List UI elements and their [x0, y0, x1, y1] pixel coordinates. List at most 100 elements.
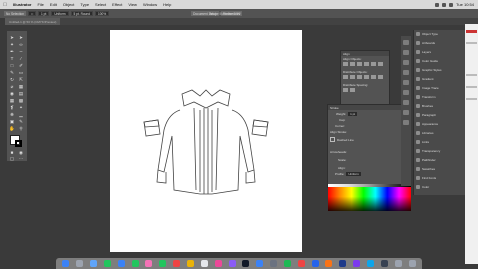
dock-brushes[interactable]: Brushes [416, 102, 464, 110]
dock-appearance[interactable]: Appearance [416, 120, 464, 128]
scale-tool-icon[interactable]: ⇱ [18, 77, 24, 82]
lasso-tool-icon[interactable]: ∞ [18, 42, 24, 47]
width-tool-icon[interactable]: ⌀ [9, 84, 15, 89]
dock-transform[interactable]: Transform [416, 93, 464, 101]
weight-field[interactable]: 1 pt [348, 112, 358, 116]
line-tool-icon[interactable]: ⁄ [18, 56, 24, 61]
menu-window[interactable]: Window [140, 2, 160, 7]
distribute-vcenter-icon[interactable] [350, 75, 355, 79]
panel-icon-5[interactable] [403, 80, 409, 85]
messages-icon[interactable] [103, 260, 111, 267]
curvature-tool-icon[interactable]: ∽ [18, 49, 24, 54]
dock-pathfinder[interactable]: Pathfinder [416, 156, 464, 164]
align-bottom-icon[interactable] [378, 62, 383, 66]
jacket-drawing[interactable] [110, 30, 302, 252]
photos-icon[interactable] [145, 260, 153, 267]
dock-gradient[interactable]: Gradient [416, 75, 464, 83]
dock-layers[interactable]: Layers [416, 48, 464, 56]
align-left-icon[interactable] [343, 62, 348, 66]
stroke-color-icon[interactable] [15, 140, 22, 147]
battery-icon[interactable] [442, 2, 447, 7]
artboard-tool-icon[interactable]: ▣ [9, 119, 15, 124]
type-tool-icon[interactable]: T [9, 56, 15, 61]
color-mode-icon[interactable]: ■ [9, 150, 15, 155]
align-hcenter-icon[interactable] [350, 62, 355, 66]
downloads-icon[interactable] [394, 260, 402, 267]
panel-icon-4[interactable] [403, 70, 409, 75]
free-transform-tool-icon[interactable]: ▦ [18, 84, 24, 89]
safari-icon[interactable] [90, 260, 98, 267]
tv-icon[interactable] [242, 260, 250, 267]
panel-icon-6[interactable] [403, 90, 409, 95]
distribute-top-icon[interactable] [343, 75, 348, 79]
blend-tool-icon[interactable]: ⚭ [18, 105, 24, 110]
artboard[interactable] [110, 30, 302, 252]
system-preferences-icon[interactable] [270, 260, 278, 267]
fill-swatch[interactable]: □ [28, 11, 37, 16]
dock-color[interactable]: Color [416, 183, 464, 191]
dock-paragraph[interactable]: Paragraph [416, 111, 464, 119]
panel-icon-7[interactable] [403, 100, 409, 105]
zoom-tool-icon[interactable]: ⚲ [18, 126, 24, 131]
distribute-hcenter-icon[interactable] [371, 75, 376, 79]
hand-tool-icon[interactable]: ✋ [9, 126, 15, 131]
column-graph-tool-icon[interactable]: ▁ [18, 112, 24, 117]
search-icon[interactable] [449, 2, 454, 7]
menu-type[interactable]: Type [77, 2, 92, 7]
dock-transparency[interactable]: Transparency [416, 147, 464, 155]
symbol-sprayer-tool-icon[interactable]: ❋ [9, 112, 15, 117]
menu-edit[interactable]: Edit [47, 2, 60, 7]
menu-help[interactable]: Help [160, 2, 174, 7]
menu-file[interactable]: File [34, 2, 46, 7]
dock-swatches[interactable]: Swatches [416, 165, 464, 173]
profile-select[interactable]: Uniform [346, 172, 361, 176]
panel-icon-9[interactable] [403, 120, 409, 125]
photoshop-icon[interactable] [339, 260, 347, 267]
color-spectrum[interactable] [328, 187, 411, 211]
selection-tool-icon[interactable]: ➤ [9, 35, 15, 40]
brush-select[interactable]: 5 pt. Round [70, 11, 93, 16]
background-browser-window[interactable] [465, 24, 478, 264]
dock-object-type[interactable]: Object Type [416, 30, 464, 38]
panel-icon-1[interactable] [403, 40, 409, 45]
panel-icon-3[interactable] [403, 60, 409, 65]
spotify-icon[interactable] [283, 260, 291, 267]
chrome-icon[interactable] [297, 260, 305, 267]
menu-app-name[interactable]: Illustrator [10, 2, 34, 7]
perspective-grid-tool-icon[interactable]: ▤ [18, 91, 24, 96]
spacing-vertical-icon[interactable] [343, 88, 348, 92]
trash-icon[interactable] [408, 260, 416, 267]
menu-select[interactable]: Select [92, 2, 109, 7]
spacing-horizontal-icon[interactable] [350, 88, 355, 92]
wifi-icon[interactable] [435, 2, 440, 7]
illustrator-icon[interactable] [325, 260, 333, 267]
gradient-tool-icon[interactable]: ▩ [18, 98, 24, 103]
word-icon[interactable] [311, 260, 319, 267]
launchpad-icon[interactable] [76, 260, 84, 267]
zoom-icon[interactable] [366, 260, 374, 267]
notes-icon[interactable] [187, 260, 195, 267]
eraser-tool-icon[interactable]: ▭ [18, 70, 24, 75]
edit-toolbar-icon[interactable]: ⋯ [18, 156, 24, 161]
eyedropper-tool-icon[interactable]: ❡ [9, 105, 15, 110]
dock-image-trace[interactable]: Image Trace [416, 84, 464, 92]
mesh-tool-icon[interactable]: ▦ [9, 98, 15, 103]
premiere-icon[interactable] [353, 260, 361, 267]
podcasts-icon[interactable] [228, 260, 236, 267]
music-icon[interactable] [214, 260, 222, 267]
calendar-icon[interactable] [173, 260, 181, 267]
direct-selection-tool-icon[interactable]: ➤ [18, 35, 24, 40]
rectangle-tool-icon[interactable]: □ [9, 63, 15, 68]
reminders-icon[interactable] [200, 260, 208, 267]
distribute-left-icon[interactable] [364, 75, 369, 79]
document-tab[interactable]: Untitled-1 @ 50 % (CMYK/Preview) [5, 18, 61, 25]
distribute-right-icon[interactable] [378, 75, 383, 79]
draw-mode-icon[interactable]: ◉ [18, 150, 24, 155]
dock-color-guide[interactable]: Color Guide [416, 57, 464, 65]
paintbrush-tool-icon[interactable]: ✐ [18, 63, 24, 68]
menu-effect[interactable]: Effect [109, 2, 125, 7]
dock-find-fonts[interactable]: Find Fonts [416, 174, 464, 182]
finder-icon[interactable] [62, 260, 70, 267]
shape-builder-tool-icon[interactable]: ◉ [9, 91, 15, 96]
clock[interactable]: Tue 10:54 [456, 2, 474, 7]
